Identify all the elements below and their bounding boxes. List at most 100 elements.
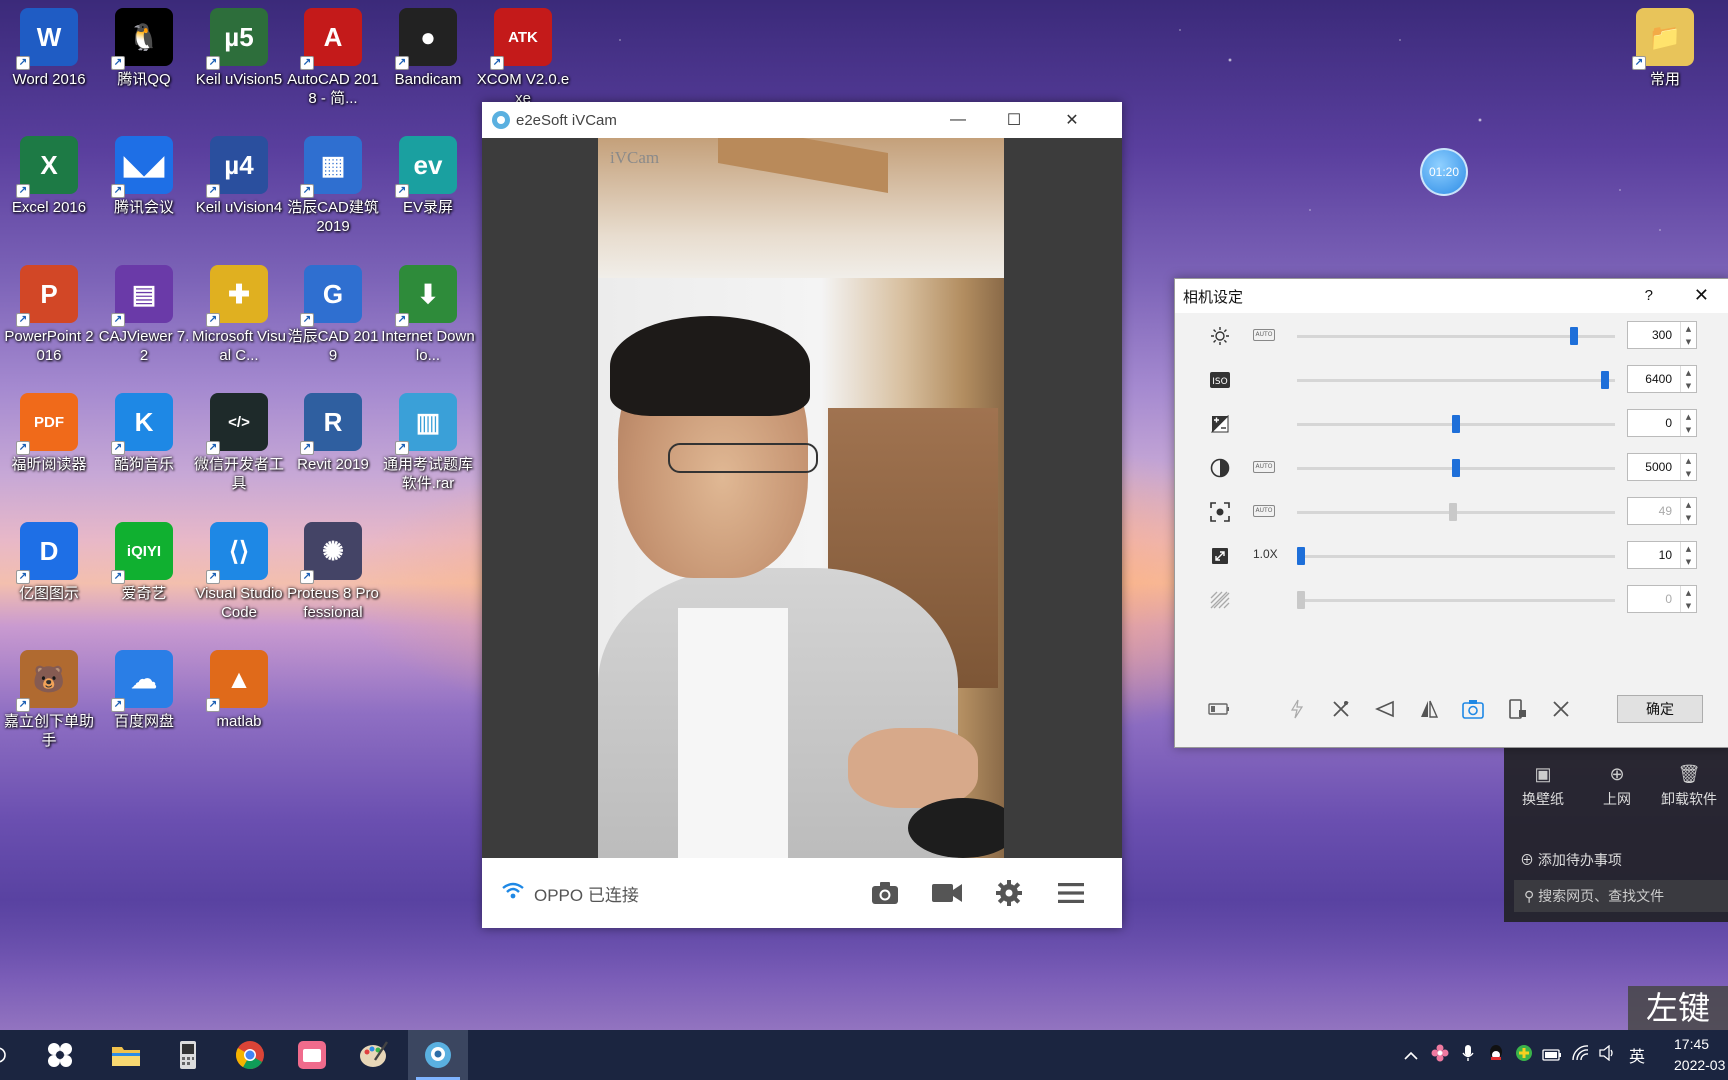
close-button[interactable]: ✕ xyxy=(1044,102,1100,138)
anti-banding-slider-track[interactable] xyxy=(1297,599,1615,602)
desktop-icon-25[interactable]: 🐻 ↗ 嘉立创下单助手 xyxy=(2,650,96,750)
spin-up-icon[interactable]: ▲ xyxy=(1686,501,1691,509)
camera-settings-titlebar[interactable]: 相机设定 ? ✕ xyxy=(1175,279,1728,313)
taskbar-clock[interactable]: 17:45 2022-03 xyxy=(1674,1034,1728,1076)
desktop-icon-2[interactable]: µ5 ↗ Keil uVision5 xyxy=(192,8,286,89)
maximize-button[interactable]: ☐ xyxy=(986,102,1042,138)
minimize-button[interactable]: — xyxy=(930,102,986,138)
desktop-icon-8[interactable]: µ4 ↗ Keil uVision4 xyxy=(192,136,286,217)
settings-gear-icon[interactable] xyxy=(978,880,1040,906)
desktop-icon-5[interactable]: ATK ↗ XCOM V2.0.exe xyxy=(476,8,570,108)
desktop-icon-6[interactable]: X ↗ Excel 2016 xyxy=(2,136,96,217)
spin-down-icon[interactable]: ▼ xyxy=(1686,514,1691,522)
desktop-icon-4[interactable]: ● ↗ Bandicam xyxy=(381,8,475,89)
spin-up-icon[interactable]: ▲ xyxy=(1686,413,1691,421)
panel-search-input[interactable]: ⚲ 搜索网页、查找文件 xyxy=(1514,880,1728,912)
reader-app-icon[interactable] xyxy=(282,1030,342,1080)
floating-clock-widget[interactable]: 01:20 xyxy=(1420,148,1468,196)
battery-tray-icon[interactable] xyxy=(1538,1046,1566,1065)
flower-tray-icon[interactable] xyxy=(1426,1044,1454,1066)
spin-down-icon[interactable]: ▼ xyxy=(1686,602,1691,610)
security-tray-icon[interactable] xyxy=(1510,1044,1538,1066)
add-todo-link[interactable]: ⊕ 添加待办事项 xyxy=(1520,850,1622,870)
speaker-icon[interactable] xyxy=(1594,1044,1622,1065)
confirm-button[interactable]: 确定 xyxy=(1617,695,1703,723)
disable-beauty-icon[interactable] xyxy=(1329,697,1353,721)
chevron-up-icon[interactable] xyxy=(1396,1046,1426,1065)
zoom-spin-arrows[interactable]: ▲ ▼ xyxy=(1680,542,1696,568)
chrome-icon[interactable] xyxy=(220,1030,280,1080)
iso-value-input[interactable]: 6400 ▲ ▼ xyxy=(1627,365,1697,393)
device-app-icon[interactable] xyxy=(158,1030,218,1080)
anti-banding-value-input[interactable]: 0 ▲ ▼ xyxy=(1627,585,1697,613)
spin-up-icon[interactable]: ▲ xyxy=(1686,545,1691,553)
flip-horizontal-icon[interactable] xyxy=(1373,697,1397,721)
task-view-icon[interactable] xyxy=(30,1030,90,1080)
uninstall-action[interactable]: 🗑 卸载软件 xyxy=(1654,764,1724,809)
iso-spin-arrows[interactable]: ▲ ▼ xyxy=(1680,366,1696,392)
brightness-auto-toggle[interactable]: AUTO xyxy=(1253,329,1275,341)
switch-camera-icon[interactable] xyxy=(1461,697,1485,721)
flash-icon[interactable] xyxy=(1285,697,1309,721)
desktop-icon-21[interactable]: D ↗ 亿图图示 xyxy=(2,522,96,603)
focus-auto-toggle[interactable]: AUTO xyxy=(1253,505,1275,517)
desktop-icon-1[interactable]: 🐧 ↗ 腾讯QQ xyxy=(97,8,191,89)
mirror-icon[interactable] xyxy=(1417,697,1441,721)
anti-banding-slider-thumb[interactable] xyxy=(1297,591,1305,609)
focus-value-input[interactable]: 49 ▲ ▼ xyxy=(1627,497,1697,525)
spin-down-icon[interactable]: ▼ xyxy=(1686,470,1691,478)
desktop-icon-0[interactable]: W ↗ Word 2016 xyxy=(2,8,96,89)
white-balance-value-input[interactable]: 5000 ▲ ▼ xyxy=(1627,453,1697,481)
brightness-slider-thumb[interactable] xyxy=(1569,327,1578,345)
desktop-icon-3[interactable]: A ↗ AutoCAD 2018 - 简... xyxy=(286,8,380,108)
white-balance-auto-toggle[interactable]: AUTO xyxy=(1253,461,1275,473)
desktop-icon-13[interactable]: ✚ ↗ Microsoft Visual C... xyxy=(192,265,286,365)
spin-up-icon[interactable]: ▲ xyxy=(1686,457,1691,465)
exposure-value-input[interactable]: 0 ▲ ▼ xyxy=(1627,409,1697,437)
desktop-icon-16[interactable]: PDF ↗ 福昕阅读器 xyxy=(2,393,96,474)
brightness-value-input[interactable]: 300 ▲ ▼ xyxy=(1627,321,1697,349)
help-button[interactable]: ? xyxy=(1645,287,1653,304)
desktop-icon-9[interactable]: ▦ ↗ 浩辰CAD建筑 2019 xyxy=(286,136,380,236)
paint-app-icon[interactable] xyxy=(344,1030,404,1080)
browse-web-action[interactable]: ⊕ 上网 xyxy=(1582,764,1652,809)
ivcam-titlebar[interactable]: e2eSoft iVCam — ☐ ✕ xyxy=(482,102,1122,138)
spin-up-icon[interactable]: ▲ xyxy=(1686,589,1691,597)
spin-up-icon[interactable]: ▲ xyxy=(1686,325,1691,333)
desktop-icon-23[interactable]: ⟨⟩ ↗ Visual Studio Code xyxy=(192,522,286,622)
spin-up-icon[interactable]: ▲ xyxy=(1686,369,1691,377)
iso-slider-track[interactable] xyxy=(1297,379,1615,382)
desktop-icon-14[interactable]: G ↗ 浩辰CAD 2019 xyxy=(286,265,380,365)
brightness-spin-arrows[interactable]: ▲ ▼ xyxy=(1680,322,1696,348)
desktop-icon-27[interactable]: ▲ ↗ matlab xyxy=(192,650,286,731)
file-explorer-icon[interactable] xyxy=(96,1030,156,1080)
desktop-icon-22[interactable]: iQIYI ↗ 爱奇艺 xyxy=(97,522,191,603)
desktop-icon-19[interactable]: R ↗ Revit 2019 xyxy=(286,393,380,474)
zoom-slider-thumb[interactable] xyxy=(1297,547,1305,565)
spin-down-icon[interactable]: ▼ xyxy=(1686,338,1691,346)
desktop-icon-24[interactable]: ✺ ↗ Proteus 8 Professional xyxy=(286,522,380,622)
spin-down-icon[interactable]: ▼ xyxy=(1686,558,1691,566)
desktop-icon-26[interactable]: ☁ ↗ 百度网盘 xyxy=(97,650,191,731)
desktop-icon-12[interactable]: ▤ ↗ CAJViewer 7.2 xyxy=(97,265,191,365)
white-balance-spin-arrows[interactable]: ▲ ▼ xyxy=(1680,454,1696,480)
spin-down-icon[interactable]: ▼ xyxy=(1686,426,1691,434)
brightness-slider-track[interactable] xyxy=(1297,335,1615,338)
menu-hamburger-icon[interactable] xyxy=(1040,882,1102,904)
desktop-icon-7[interactable]: ◣◢ ↗ 腾讯会议 xyxy=(97,136,191,217)
anti-banding-spin-arrows[interactable]: ▲ ▼ xyxy=(1680,586,1696,612)
ime-indicator[interactable]: 英 xyxy=(1622,1043,1652,1067)
orientation-lock-icon[interactable] xyxy=(1505,697,1529,721)
desktop-icon-28[interactable]: 📁 ↗ 常用 xyxy=(1618,8,1712,89)
search-circle-icon[interactable] xyxy=(0,1030,28,1080)
record-video-icon[interactable] xyxy=(916,882,978,904)
focus-spin-arrows[interactable]: ▲ ▼ xyxy=(1680,498,1696,524)
focus-slider-thumb[interactable] xyxy=(1448,503,1457,521)
desktop-icon-17[interactable]: K ↗ 酷狗音乐 xyxy=(97,393,191,474)
exposure-spin-arrows[interactable]: ▲ ▼ xyxy=(1680,410,1696,436)
desktop-icon-15[interactable]: ⬇ ↗ Internet Downlo... xyxy=(381,265,475,365)
ivcam-taskbar-icon[interactable] xyxy=(408,1030,468,1080)
snapshot-camera-icon[interactable] xyxy=(854,881,916,905)
change-wallpaper-action[interactable]: ▣ 换壁纸 xyxy=(1508,764,1578,809)
iso-slider-thumb[interactable] xyxy=(1600,371,1609,389)
